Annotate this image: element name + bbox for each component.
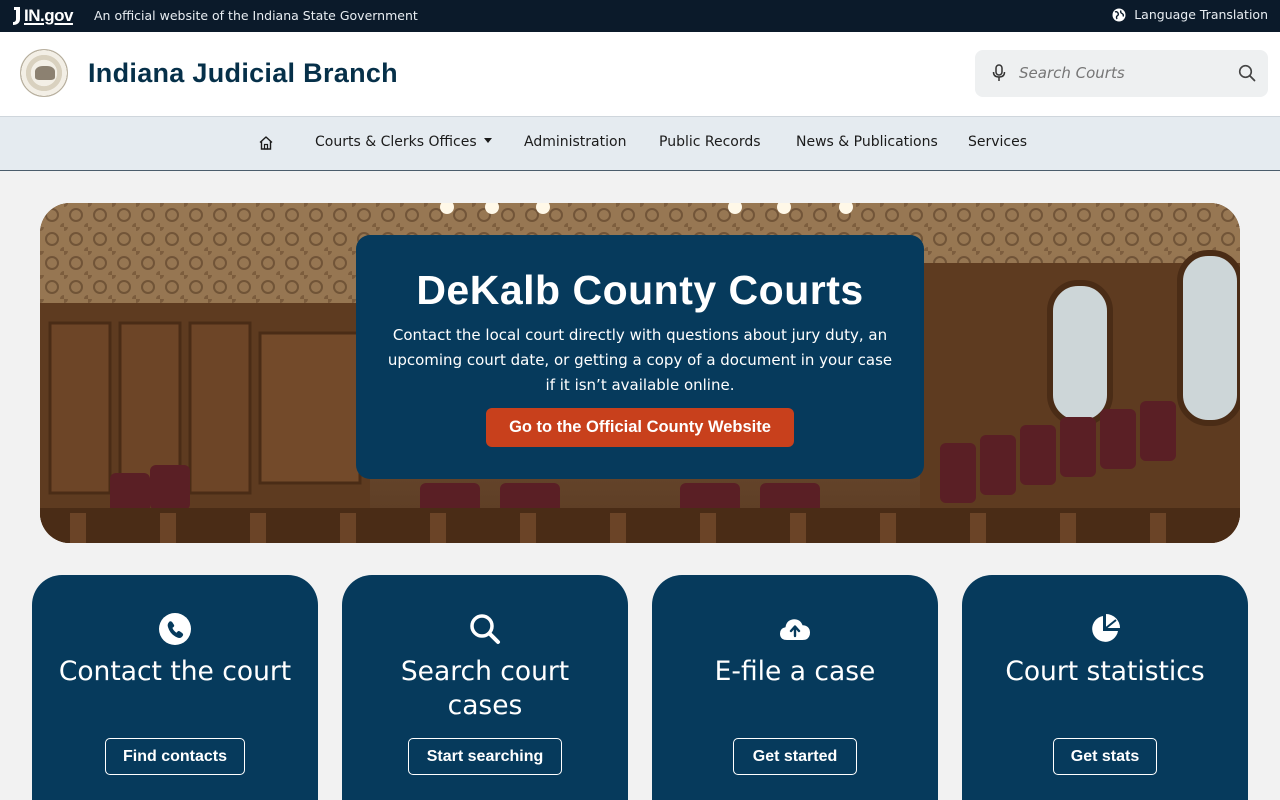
card-title: E-file a case [714, 656, 876, 687]
contact-court-card[interactable]: Contact the court Find contacts [32, 575, 318, 800]
site-title[interactable]: Indiana Judicial Branch [88, 58, 398, 89]
state-banner: IN.gov An official website of the Indian… [0, 0, 1280, 32]
card-title: Search court cases [400, 656, 570, 721]
hero-banner: DeKalb County Courts Contact the local c… [40, 203, 1240, 543]
nav-administration[interactable]: Administration [524, 134, 626, 150]
court-statistics-card[interactable]: Court statistics Get stats [962, 575, 1248, 800]
get-started-button[interactable]: Get started [733, 738, 857, 775]
nav-public-records[interactable]: Public Records [659, 134, 761, 150]
ingov-mark-icon [13, 7, 20, 25]
nav-services[interactable]: Services [968, 134, 1027, 150]
phone-icon [159, 613, 191, 645]
hero-info-card: DeKalb County Courts Contact the local c… [356, 235, 924, 479]
nav-courts-clerks-offices[interactable]: Courts & Clerks Offices [315, 134, 492, 150]
language-translation-label: Language Translation [1134, 7, 1268, 22]
get-stats-button[interactable]: Get stats [1053, 738, 1157, 775]
search-input[interactable] [1019, 58, 1219, 88]
card-title: Court statistics [1005, 656, 1205, 687]
search-cases-card[interactable]: Search court cases Start searching [342, 575, 628, 800]
ingov-logo[interactable]: IN.gov [12, 6, 73, 26]
home-icon[interactable] [258, 135, 274, 151]
language-translation-link[interactable]: Language Translation [1112, 7, 1268, 22]
search-icon[interactable] [1238, 64, 1256, 82]
microphone-icon[interactable] [992, 64, 1006, 82]
card-title: Contact the court [58, 656, 292, 687]
find-contacts-button[interactable]: Find contacts [105, 738, 245, 775]
official-county-website-button[interactable]: Go to the Official County Website [486, 408, 794, 447]
start-searching-button[interactable]: Start searching [408, 738, 562, 775]
official-website-text: An official website of the Indiana State… [94, 8, 418, 23]
search-box [975, 50, 1268, 97]
nav-courts-clerks-label: Courts & Clerks Offices [315, 134, 477, 150]
efile-case-card[interactable]: E-file a case Get started [652, 575, 938, 800]
cloud-upload-icon [780, 619, 810, 640]
main-navigation: Courts & Clerks Offices Administration P… [0, 116, 1280, 171]
nav-news-publications[interactable]: News & Publications [796, 134, 938, 150]
pie-chart-icon [1092, 614, 1120, 642]
magnifier-icon [470, 614, 500, 644]
hero-description: Contact the local court directly with qu… [387, 326, 893, 394]
indiana-seal-logo[interactable] [20, 49, 68, 97]
globe-icon [1112, 8, 1126, 21]
ingov-logo-text: IN.gov [24, 6, 73, 25]
caret-down-icon [483, 137, 492, 143]
site-header: Indiana Judicial Branch [0, 32, 1280, 116]
hero-title: DeKalb County Courts [416, 267, 864, 313]
